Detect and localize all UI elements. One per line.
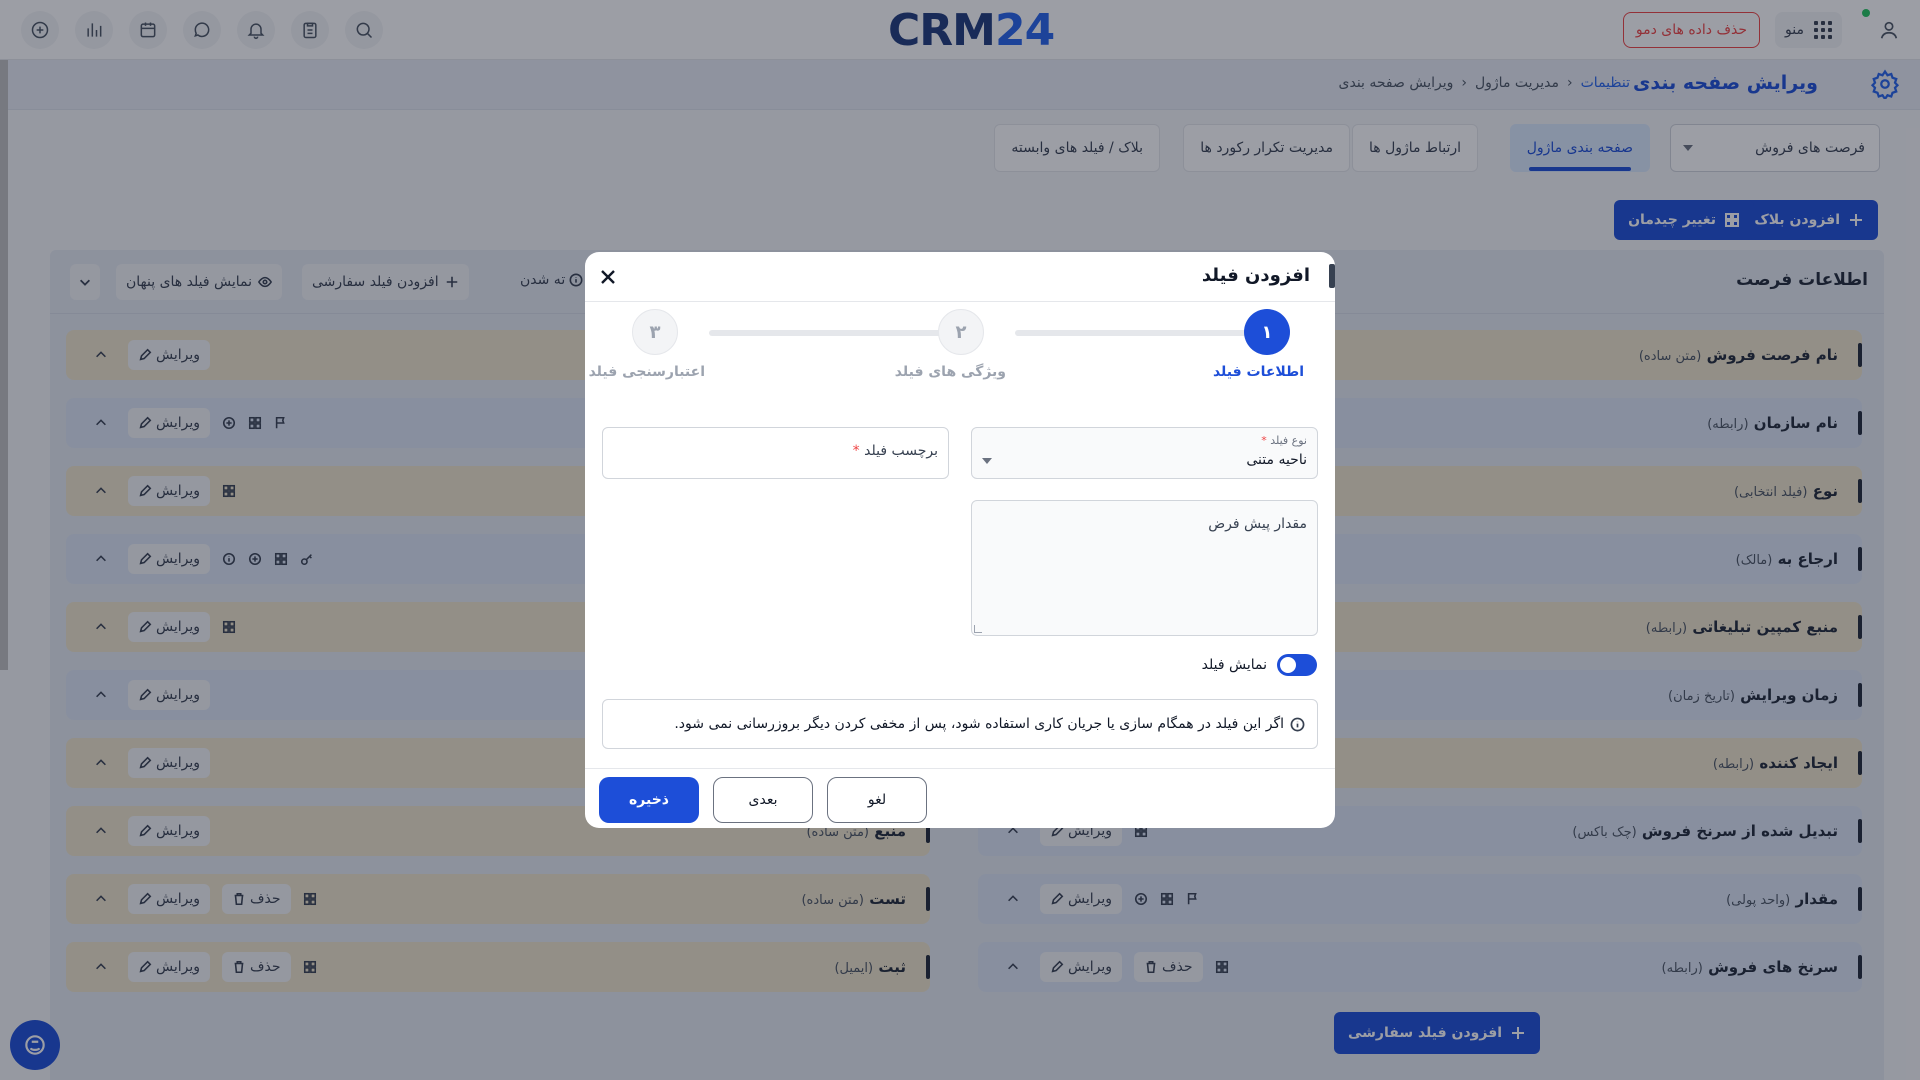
step-number: ۱: [1261, 321, 1273, 343]
show-field-toggle[interactable]: [1277, 654, 1317, 676]
required-mark: *: [852, 443, 860, 459]
field-type-label-text: نوع فیلد: [1270, 434, 1307, 447]
save-button[interactable]: ذخیره: [599, 777, 699, 823]
next-button[interactable]: بعدی: [713, 777, 813, 823]
required-mark: *: [1261, 434, 1267, 447]
field-type-label: نوع فیلد *: [1261, 434, 1307, 447]
field-label-placeholder: برچسب فیلد *: [853, 443, 938, 459]
info-icon: [1290, 717, 1305, 731]
step-3-label: اعتبارسنجی فیلد: [588, 364, 705, 380]
add-field-modal: افزودن فیلد ۱ ۲ ۳ اطلاعات فیلد ویژگی های…: [585, 252, 1335, 828]
step-progress-line: [709, 330, 969, 336]
info-text: اگر این فیلد در همگام سازی یا جریان کاری…: [674, 716, 1284, 732]
show-field-toggle-row: نمایش فیلد: [1202, 654, 1317, 676]
caret-down-icon: [982, 458, 992, 464]
modal-title: افزودن فیلد: [1201, 265, 1310, 286]
field-type-value: ناحیه متنی: [1246, 452, 1307, 468]
field-label-input[interactable]: برچسب فیلد *: [602, 427, 949, 479]
resize-handle[interactable]: [974, 625, 982, 633]
default-value-placeholder: مقدار پیش فرض: [1208, 516, 1307, 532]
field-type-select[interactable]: نوع فیلد * ناحیه متنی: [971, 427, 1318, 479]
default-value-textarea[interactable]: مقدار پیش فرض: [971, 500, 1318, 636]
step-1-label: اطلاعات فیلد: [1212, 364, 1304, 380]
cancel-button[interactable]: لغو: [827, 777, 927, 823]
show-field-label: نمایش فیلد: [1201, 657, 1267, 673]
step-2-label: ویژگی های فیلد: [894, 364, 1006, 380]
step-number: ۳: [649, 321, 661, 343]
step-3[interactable]: ۳: [632, 309, 678, 355]
step-1[interactable]: ۱: [1244, 309, 1290, 355]
modal-title-accent: [1329, 264, 1335, 288]
info-message: اگر این فیلد در همگام سازی یا جریان کاری…: [602, 699, 1318, 749]
step-number: ۲: [955, 321, 967, 343]
step-2[interactable]: ۲: [938, 309, 984, 355]
step-progress-line: [1015, 330, 1275, 336]
close-icon[interactable]: [593, 262, 623, 292]
field-label-placeholder-text: برچسب فیلد: [864, 443, 938, 459]
